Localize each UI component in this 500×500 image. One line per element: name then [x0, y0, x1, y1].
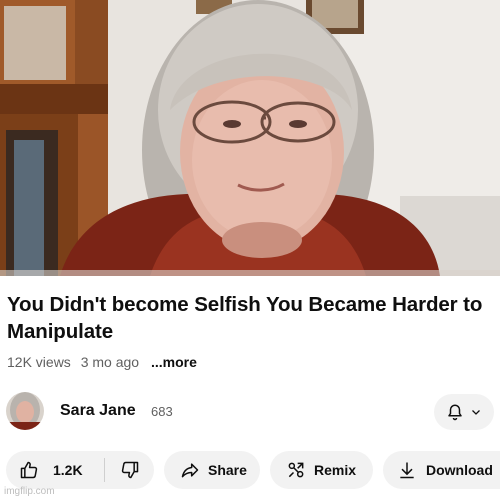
thumbs-up-icon — [20, 461, 38, 479]
channel-name[interactable]: Sara Jane — [60, 402, 136, 420]
dislike-button[interactable] — [105, 451, 154, 489]
remix-icon — [288, 462, 304, 478]
share-arrow-icon — [181, 463, 199, 478]
more-link[interactable]: ...more — [151, 354, 197, 370]
video-title[interactable]: You Didn't become Selfish You Became Har… — [7, 291, 497, 345]
chevron-down-icon — [472, 410, 480, 415]
video-frame-image — [0, 0, 500, 276]
video-player[interactable] — [0, 0, 500, 276]
share-label: Share — [208, 462, 247, 478]
remix-button[interactable]: Remix — [270, 451, 373, 489]
thumbs-down-icon — [121, 461, 138, 479]
action-bar: 1.2K Share Remix Download — [6, 451, 500, 489]
share-button[interactable]: Share — [164, 451, 260, 489]
like-count: 1.2K — [53, 462, 83, 478]
channel-row: Sara Jane 683 — [6, 392, 494, 432]
notification-bell-button[interactable] — [434, 394, 494, 430]
avatar[interactable] — [6, 392, 44, 430]
subscriber-count: 683 — [151, 404, 173, 419]
like-button[interactable]: 1.2K — [6, 451, 104, 489]
bell-icon — [448, 404, 462, 421]
download-button[interactable]: Download — [383, 451, 500, 489]
download-label: Download — [426, 462, 493, 478]
view-count: 12K views — [7, 354, 71, 370]
remix-label: Remix — [314, 462, 357, 478]
watermark: imgflip.com — [4, 486, 55, 497]
download-icon — [400, 462, 414, 479]
upload-age: 3 mo ago — [80, 354, 140, 370]
video-meta[interactable]: 12K views 3 mo ago ...more — [7, 354, 203, 370]
like-dislike-group: 1.2K — [6, 451, 154, 489]
